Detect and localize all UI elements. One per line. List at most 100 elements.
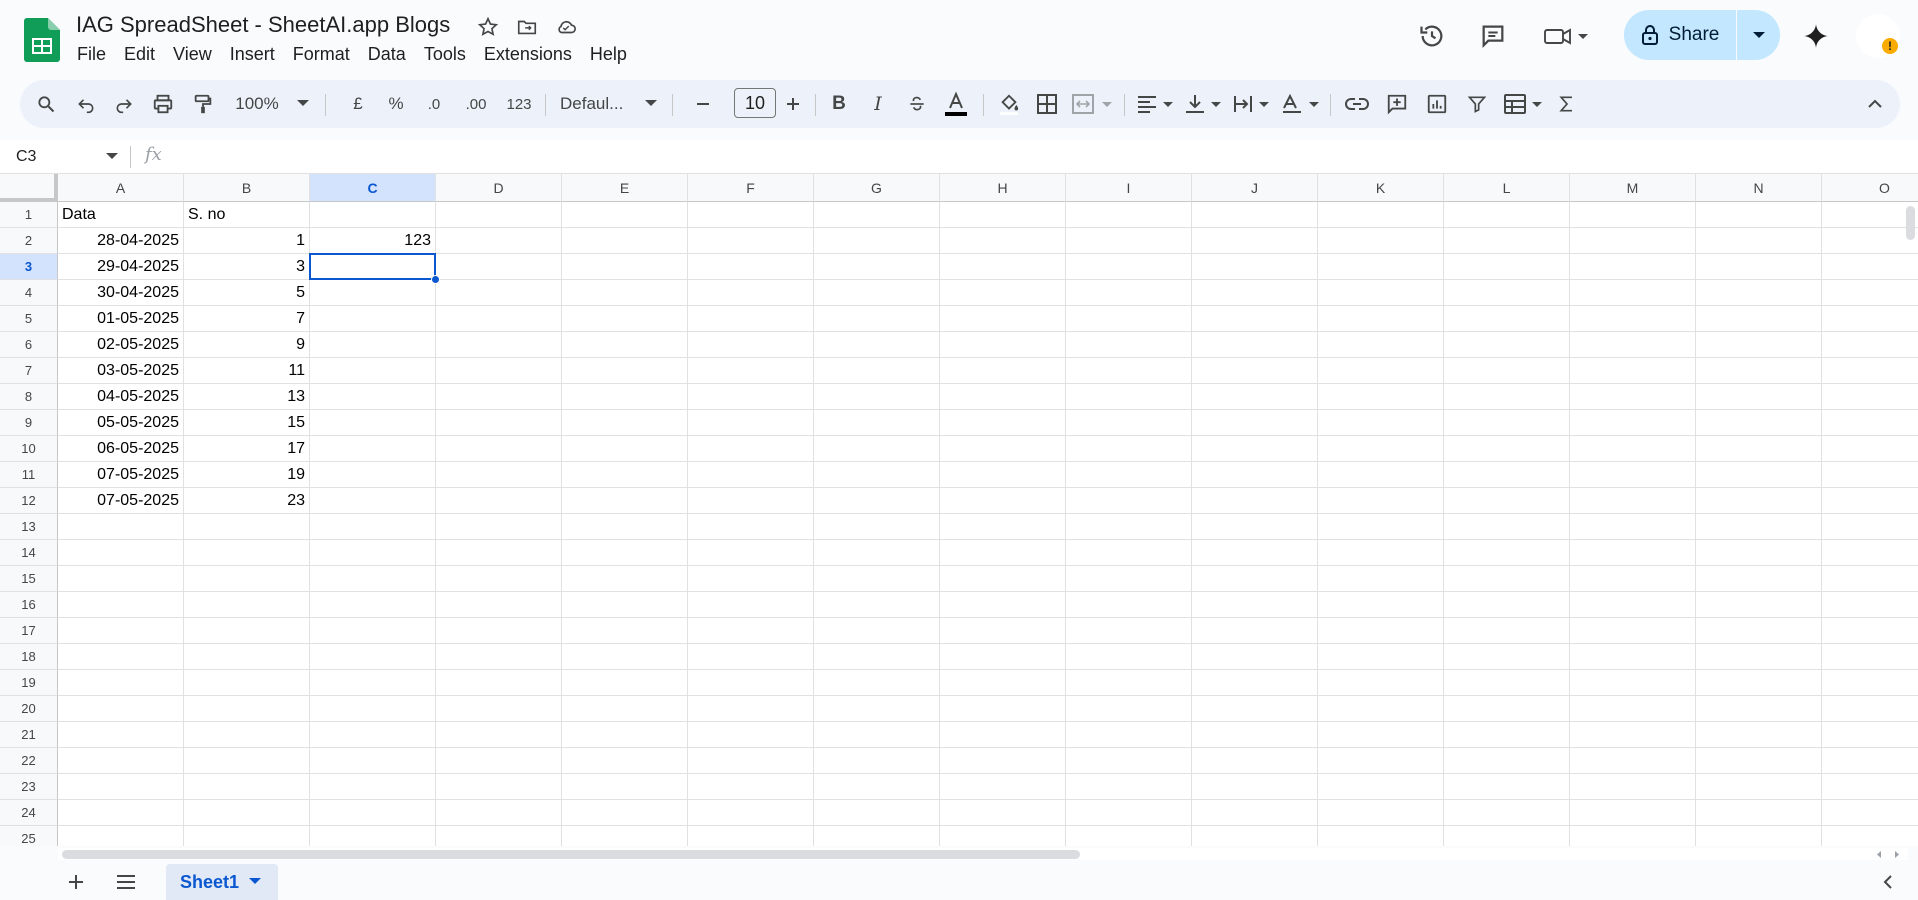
cell-l21[interactable] [1444, 722, 1570, 748]
zoom-dropdown-icon[interactable] [296, 88, 310, 120]
cell-a4[interactable]: 30-04-2025 [58, 280, 184, 306]
cell-m23[interactable] [1570, 774, 1696, 800]
cell-c21[interactable] [310, 722, 436, 748]
cell-l14[interactable] [1444, 540, 1570, 566]
cell-k20[interactable] [1318, 696, 1444, 722]
cell-h25[interactable] [940, 826, 1066, 846]
menu-extensions[interactable]: Extensions [475, 42, 581, 67]
cell-k22[interactable] [1318, 748, 1444, 774]
cell-f7[interactable] [688, 358, 814, 384]
vertical-align-icon[interactable] [1184, 88, 1224, 120]
cell-e9[interactable] [562, 410, 688, 436]
cell-o25[interactable] [1822, 826, 1918, 846]
comments-icon[interactable] [1473, 16, 1513, 56]
cell-h6[interactable] [940, 332, 1066, 358]
star-icon[interactable] [475, 14, 501, 40]
cell-d24[interactable] [436, 800, 562, 826]
cell-b5[interactable]: 7 [184, 306, 310, 332]
cell-a14[interactable] [58, 540, 184, 566]
cell-g10[interactable] [814, 436, 940, 462]
cell-e1[interactable] [562, 202, 688, 228]
cell-e22[interactable] [562, 748, 688, 774]
cell-j9[interactable] [1192, 410, 1318, 436]
column-header-o[interactable]: O [1822, 174, 1918, 202]
cell-g1[interactable] [814, 202, 940, 228]
cell-j15[interactable] [1192, 566, 1318, 592]
zoom-value[interactable]: 100% [230, 88, 284, 120]
cell-e11[interactable] [562, 462, 688, 488]
cell-i16[interactable] [1066, 592, 1192, 618]
cell-k25[interactable] [1318, 826, 1444, 846]
cell-i13[interactable] [1066, 514, 1192, 540]
cell-d15[interactable] [436, 566, 562, 592]
cell-e20[interactable] [562, 696, 688, 722]
column-header-g[interactable]: G [814, 174, 940, 202]
cell-m22[interactable] [1570, 748, 1696, 774]
cell-l22[interactable] [1444, 748, 1570, 774]
cell-h19[interactable] [940, 670, 1066, 696]
cell-m18[interactable] [1570, 644, 1696, 670]
cell-h2[interactable] [940, 228, 1066, 254]
cell-i15[interactable] [1066, 566, 1192, 592]
cell-e16[interactable] [562, 592, 688, 618]
cell-l10[interactable] [1444, 436, 1570, 462]
cell-f1[interactable] [688, 202, 814, 228]
cell-a3[interactable]: 29-04-2025 [58, 254, 184, 280]
cell-b10[interactable]: 17 [184, 436, 310, 462]
cell-j8[interactable] [1192, 384, 1318, 410]
cell-h5[interactable] [940, 306, 1066, 332]
cell-l13[interactable] [1444, 514, 1570, 540]
cell-l6[interactable] [1444, 332, 1570, 358]
cell-k8[interactable] [1318, 384, 1444, 410]
row-header-21[interactable]: 21 [0, 722, 58, 748]
cell-m8[interactable] [1570, 384, 1696, 410]
row-header-25[interactable]: 25 [0, 826, 58, 846]
search-menus-icon[interactable] [32, 88, 60, 120]
more-formats-button[interactable]: 123 [502, 88, 536, 120]
cell-f4[interactable] [688, 280, 814, 306]
cell-j4[interactable] [1192, 280, 1318, 306]
cell-f5[interactable] [688, 306, 814, 332]
borders-icon[interactable] [1032, 88, 1062, 120]
cell-b4[interactable]: 5 [184, 280, 310, 306]
cell-o14[interactable] [1822, 540, 1918, 566]
cell-b24[interactable] [184, 800, 310, 826]
cell-f15[interactable] [688, 566, 814, 592]
cell-d3[interactable] [436, 254, 562, 280]
cell-i3[interactable] [1066, 254, 1192, 280]
cell-f21[interactable] [688, 722, 814, 748]
cloud-saved-icon[interactable] [553, 14, 579, 40]
cell-l4[interactable] [1444, 280, 1570, 306]
cell-c15[interactable] [310, 566, 436, 592]
cell-c2[interactable]: 123 [310, 228, 436, 254]
row-header-17[interactable]: 17 [0, 618, 58, 644]
collapse-toolbar-icon[interactable] [1862, 88, 1888, 120]
cell-a12[interactable]: 07-05-2025 [58, 488, 184, 514]
cell-n22[interactable] [1696, 748, 1822, 774]
cell-g22[interactable] [814, 748, 940, 774]
cell-d16[interactable] [436, 592, 562, 618]
cell-c9[interactable] [310, 410, 436, 436]
cell-c10[interactable] [310, 436, 436, 462]
cell-l20[interactable] [1444, 696, 1570, 722]
cell-o1[interactable] [1822, 202, 1918, 228]
all-sheets-icon[interactable] [112, 868, 140, 896]
cell-h18[interactable] [940, 644, 1066, 670]
cell-i23[interactable] [1066, 774, 1192, 800]
cell-e7[interactable] [562, 358, 688, 384]
menu-format[interactable]: Format [284, 42, 359, 67]
decrease-font-size-icon[interactable] [690, 88, 716, 120]
cell-k23[interactable] [1318, 774, 1444, 800]
formula-input[interactable] [180, 144, 1900, 170]
cell-n21[interactable] [1696, 722, 1822, 748]
cell-d4[interactable] [436, 280, 562, 306]
cell-i8[interactable] [1066, 384, 1192, 410]
cell-f14[interactable] [688, 540, 814, 566]
fill-handle[interactable] [431, 275, 440, 284]
cell-l5[interactable] [1444, 306, 1570, 332]
cell-a10[interactable]: 06-05-2025 [58, 436, 184, 462]
cell-j2[interactable] [1192, 228, 1318, 254]
merge-cells-icon[interactable] [1070, 88, 1118, 120]
menu-tools[interactable]: Tools [415, 42, 475, 67]
cell-j1[interactable] [1192, 202, 1318, 228]
